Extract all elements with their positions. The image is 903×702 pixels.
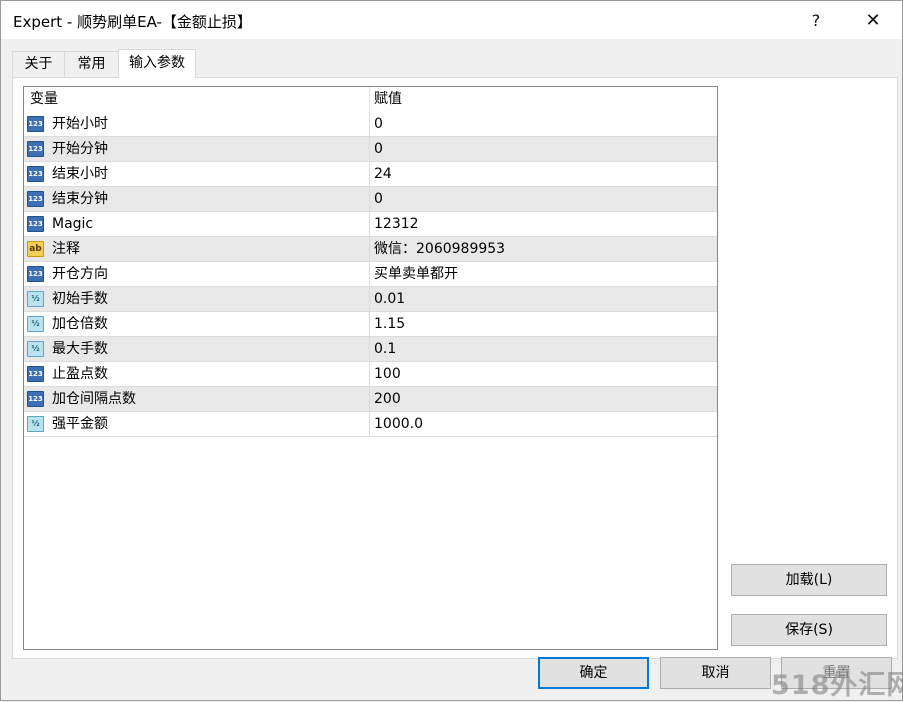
string-type-icon: ab — [27, 241, 44, 257]
header-divider[interactable] — [369, 87, 370, 112]
parameter-value[interactable]: 微信：2060989953 — [374, 237, 505, 261]
column-divider — [369, 212, 370, 237]
header-variable[interactable]: 变量 — [30, 87, 58, 112]
header-value[interactable]: 赋值 — [374, 87, 402, 112]
table-row[interactable]: ½ 强平金额 1000.0 — [24, 412, 717, 437]
parameter-name: 开仓方向 — [52, 266, 108, 282]
table-row[interactable]: 123 结束分钟 0 — [24, 187, 717, 212]
parameter-value[interactable]: 1.15 — [374, 312, 405, 336]
column-divider — [369, 112, 370, 137]
parameter-name: Magic — [52, 216, 94, 232]
load-button[interactable]: 加载(L) — [731, 564, 887, 596]
window-title: Expert - 顺势刷单EA-【金额止损】 — [13, 13, 252, 31]
parameter-value[interactable]: 24 — [374, 162, 392, 186]
column-divider — [369, 262, 370, 287]
watermark-logo: 518外汇网 — [771, 670, 903, 701]
parameter-name: 最大手数 — [52, 341, 108, 357]
table-row[interactable]: ½ 加仓倍数 1.15 — [24, 312, 717, 337]
table-row[interactable]: ½ 最大手数 0.1 — [24, 337, 717, 362]
column-divider — [369, 287, 370, 312]
parameters-grid[interactable]: 变量 赋值 123 开始小时 0 123 开始分钟 0 123 结束小时 24 123 结束分钟 0 1… — [23, 86, 718, 650]
help-button[interactable]: ? — [793, 1, 839, 39]
integer-type-icon: 123 — [27, 266, 44, 282]
integer-type-icon: 123 — [27, 141, 44, 157]
parameter-value[interactable]: 买单卖单都开 — [374, 262, 458, 286]
parameter-value[interactable]: 0 — [374, 112, 383, 136]
parameter-name: 加仓间隔点数 — [52, 391, 136, 407]
inputs-panel: 变量 赋值 123 开始小时 0 123 开始分钟 0 123 结束小时 24 123 结束分钟 0 1… — [12, 77, 898, 659]
integer-type-icon: 123 — [27, 216, 44, 232]
cancel-button[interactable]: 取消 — [660, 657, 771, 689]
double-type-icon: ½ — [27, 416, 44, 432]
table-row[interactable]: 123 加仓间隔点数 200 — [24, 387, 717, 412]
parameter-name: 结束小时 — [52, 166, 108, 182]
parameter-value[interactable]: 1000.0 — [374, 412, 423, 436]
parameter-name: 开始小时 — [52, 116, 108, 132]
tab-about[interactable]: 关于 — [12, 51, 65, 77]
column-divider — [369, 187, 370, 212]
table-row[interactable]: 123 Magic 12312 — [24, 212, 717, 237]
table-row[interactable]: ab 注释 微信：2060989953 — [24, 237, 717, 262]
column-divider — [369, 337, 370, 362]
double-type-icon: ½ — [27, 341, 44, 357]
table-row[interactable]: ½ 初始手数 0.01 — [24, 287, 717, 312]
parameter-name: 加仓倍数 — [52, 316, 108, 332]
column-divider — [369, 162, 370, 187]
parameter-name: 强平金额 — [52, 416, 108, 432]
parameter-value[interactable]: 0.01 — [374, 287, 405, 311]
column-divider — [369, 412, 370, 437]
parameter-name: 止盈点数 — [52, 366, 108, 382]
column-divider — [369, 237, 370, 262]
table-row[interactable]: 123 止盈点数 100 — [24, 362, 717, 387]
title-bar[interactable]: Expert - 顺势刷单EA-【金额止损】 ? ✕ — [1, 1, 902, 39]
integer-type-icon: 123 — [27, 391, 44, 407]
double-type-icon: ½ — [27, 291, 44, 307]
integer-type-icon: 123 — [27, 166, 44, 182]
parameter-name: 开始分钟 — [52, 141, 108, 157]
table-row[interactable]: 123 开始分钟 0 — [24, 137, 717, 162]
parameter-value[interactable]: 0.1 — [374, 337, 396, 361]
save-button[interactable]: 保存(S) — [731, 614, 887, 646]
column-divider — [369, 362, 370, 387]
parameter-value[interactable]: 0 — [374, 187, 383, 211]
table-row[interactable]: 123 开始小时 0 — [24, 112, 717, 137]
expert-dialog: Expert - 顺势刷单EA-【金额止损】 ? ✕ 关于 常用 输入参数 变量… — [0, 0, 903, 701]
parameter-value[interactable]: 12312 — [374, 212, 419, 236]
column-divider — [369, 387, 370, 412]
grid-header: 变量 赋值 — [24, 87, 717, 112]
column-divider — [369, 137, 370, 162]
double-type-icon: ½ — [27, 316, 44, 332]
close-button[interactable]: ✕ — [850, 1, 896, 39]
integer-type-icon: 123 — [27, 366, 44, 382]
tab-common[interactable]: 常用 — [64, 51, 119, 77]
integer-type-icon: 123 — [27, 116, 44, 132]
ok-button[interactable]: 确定 — [538, 657, 649, 689]
parameter-value[interactable]: 100 — [374, 362, 401, 386]
table-row[interactable]: 123 结束小时 24 — [24, 162, 717, 187]
parameter-name: 初始手数 — [52, 291, 108, 307]
parameter-name: 结束分钟 — [52, 191, 108, 207]
column-divider — [369, 312, 370, 337]
tab-inputs[interactable]: 输入参数 — [118, 49, 196, 78]
parameter-value[interactable]: 200 — [374, 387, 401, 411]
integer-type-icon: 123 — [27, 191, 44, 207]
parameter-value[interactable]: 0 — [374, 137, 383, 161]
parameter-name: 注释 — [52, 241, 80, 257]
table-row[interactable]: 123 开仓方向 买单卖单都开 — [24, 262, 717, 287]
